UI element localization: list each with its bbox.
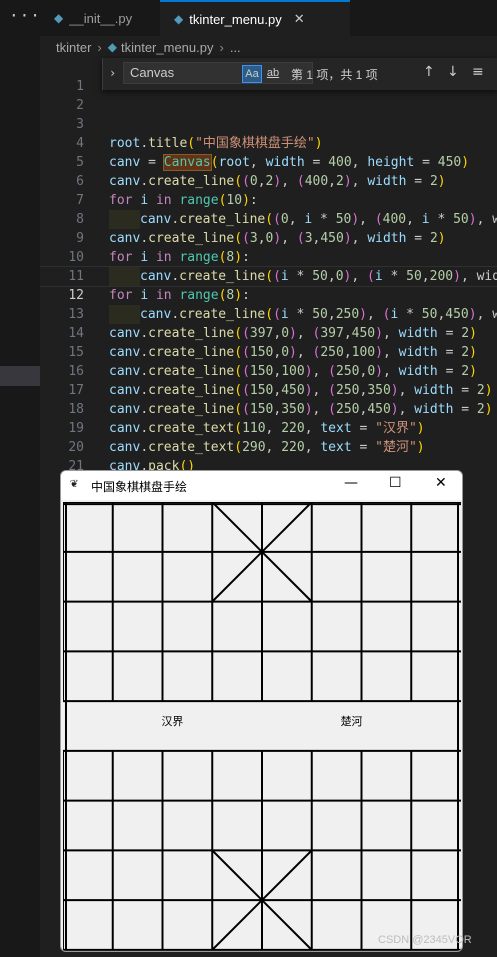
activity-bar: ··· — [0, 0, 40, 957]
breadcrumb-more[interactable]: ... — [230, 40, 241, 55]
close-icon[interactable]: ✕ — [294, 11, 305, 27]
match-case-toggle[interactable]: Aa — [242, 65, 262, 83]
code-editor[interactable]: 1 2 3 root.title("中国象棋棋盘手绘") 4 canv = Ca… — [40, 58, 497, 470]
tab-tkinter-menu-py[interactable]: ◆ tkinter_menu.py ✕ — [160, 0, 350, 36]
code-line: 7 canv.create_line((0, i * 50), (400, i … — [40, 172, 497, 229]
tab-init-py[interactable]: ◆ __init__.py — [40, 0, 160, 36]
find-query-text: Canvas — [130, 65, 175, 80]
code-line: 6 for i in range(10): — [40, 153, 497, 208]
editor-tab-bar: ◆ __init__.py ◆ tkinter_menu.py ✕ — [40, 0, 497, 37]
code-line: 10 canv.create_line((i * 50,0), (i * 50,… — [40, 229, 497, 286]
feather-icon: ❦ — [70, 476, 78, 491]
breadcrumb-file[interactable]: tkinter_menu.py — [121, 40, 214, 55]
tab-label: __init__.py — [69, 10, 133, 26]
chevron-right-icon[interactable]: › — [109, 66, 116, 80]
code-line: 22 — [40, 457, 497, 470]
more-actions-icon[interactable]: ··· — [9, 6, 41, 25]
python-file-icon: ◆ — [107, 40, 117, 54]
minimize-button[interactable]: — — [344, 475, 358, 491]
code-line: 3 root.title("中国象棋棋盘手绘") — [40, 96, 497, 151]
breadcrumb-folder[interactable]: tkinter — [56, 40, 91, 55]
code-line: 9 for i in range(8): — [40, 210, 497, 265]
code-line: 8 canv.create_line((3,0), (3,450), width… — [40, 191, 497, 246]
python-file-icon: ◆ — [54, 11, 64, 25]
python-file-icon: ◆ — [174, 12, 184, 26]
code-line: 18 canv.create_text(110, 220, text = "汉界… — [40, 381, 497, 436]
canvas-text-hanjie: 汉界 — [162, 715, 184, 728]
tk-window-titlebar[interactable]: ❦ 中国象棋棋盘手绘 — ☐ ✕ — [61, 471, 462, 500]
find-input[interactable]: Canvas Aa ab .* — [123, 62, 313, 84]
code-line: 5 canv.create_line((0,2), (400,2), width… — [40, 134, 497, 189]
code-line: 11 for i in range(8): — [40, 248, 497, 303]
menu-icon[interactable]: ≡ — [472, 64, 484, 80]
code-line: 17 canv.create_line((150,350), (250,450)… — [40, 362, 497, 417]
tab-label: tkinter_menu.py — [189, 11, 282, 27]
code-line: 19 canv.create_text(290, 220, text = "楚河… — [40, 400, 497, 455]
code-line-current: 12 canv.create_line((i * 50,250), (i * 5… — [40, 266, 497, 324]
code-line: 21 root.mainloop() — [40, 438, 497, 470]
breadcrumb: tkinter › ◆ tkinter_menu.py › ... — [40, 36, 497, 58]
close-button[interactable]: ✕ — [435, 475, 447, 491]
activity-highlight — [0, 366, 40, 386]
tk-window[interactable]: ❦ 中国象棋棋盘手绘 — ☐ ✕ 汉界 楚河 — [60, 470, 463, 952]
code-line: 4 canv = Canvas(root, width = 400, heigh… — [40, 115, 497, 171]
chevron-right-icon: › — [219, 39, 224, 55]
code-line: 15 canv.create_line((150,100), (250,0), … — [40, 324, 497, 379]
arrow-down-icon[interactable]: ↓ — [447, 64, 459, 80]
find-results-count: 第 1 项，共 1 项 — [291, 68, 378, 82]
chevron-right-icon: › — [97, 39, 102, 55]
code-line: 16 canv.create_line((150,450), (250,350)… — [40, 343, 497, 398]
code-line: 20 canv.pack() — [40, 419, 497, 470]
code-line: 14 canv.create_line((150,0), (250,100), … — [40, 305, 497, 360]
arrow-up-icon[interactable]: ↑ — [423, 64, 435, 80]
code-line: 13 canv.create_line((397,0), (397,450), … — [40, 286, 497, 341]
watermark-text: CSDN @2345VOR — [378, 934, 472, 946]
whole-word-toggle[interactable]: ab — [264, 65, 282, 81]
canvas-text-chuhe: 楚河 — [341, 714, 363, 728]
maximize-button[interactable]: ☐ — [389, 475, 402, 491]
find-widget: › Canvas Aa ab .* 第 1 项，共 1 项 ↑ ↓ ≡ — [102, 58, 497, 90]
chess-board-canvas[interactable]: 汉界 楚河 — [63, 502, 461, 951]
tk-window-title: 中国象棋棋盘手绘 — [91, 480, 188, 494]
